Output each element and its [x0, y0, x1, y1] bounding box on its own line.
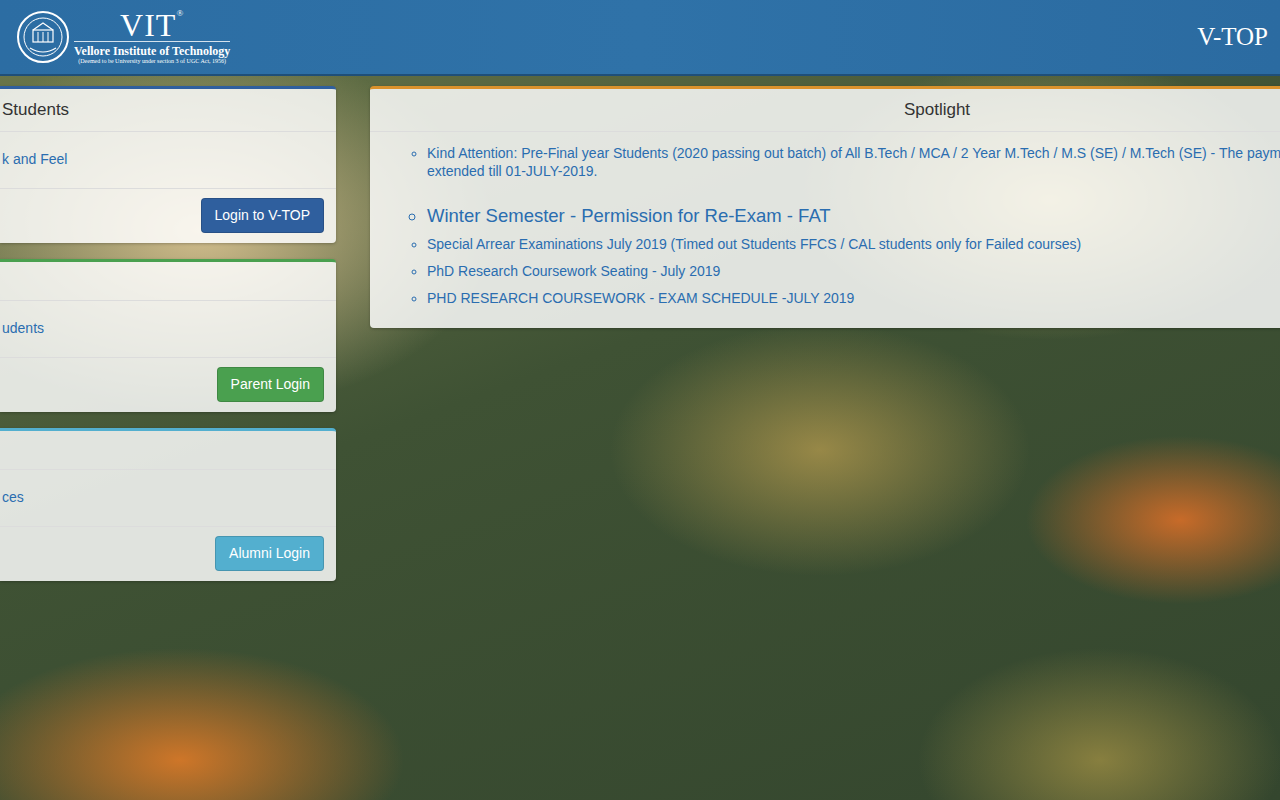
spotlight-item[interactable]: Kind Attention: Pre-Final year Students …: [427, 144, 1280, 180]
panel-link[interactable]: k and Feel: [0, 132, 336, 189]
login-button[interactable]: Parent Login: [217, 367, 324, 402]
login-panel: ces Alumni Login: [0, 428, 336, 581]
panel-footer: Parent Login: [0, 358, 336, 412]
spotlight-item[interactable]: Winter Semester - Permission for Re-Exam…: [427, 204, 1280, 228]
login-button[interactable]: Login to V-TOP: [201, 198, 324, 233]
spotlight-title: Spotlight: [370, 89, 1280, 132]
spotlight-list: Kind Attention: Pre-Final year Students …: [370, 144, 1280, 307]
spotlight-item[interactable]: PhD Research Coursework Seating - July 2…: [427, 262, 1280, 280]
login-panel: Studentsk and Feel Login to V-TOP: [0, 86, 336, 243]
spotlight-panel: Spotlight Kind Attention: Pre-Final year …: [370, 86, 1280, 328]
spotlight-line[interactable]: Winter Semester - Permission for Re-Exam…: [427, 204, 1280, 228]
panel-footer: Login to V-TOP: [0, 189, 336, 243]
spotlight-line[interactable]: Kind Attention: Pre-Final year Students …: [427, 144, 1280, 162]
panel-footer: Alumni Login: [0, 527, 336, 581]
logo-subtitle: Vellore Institute of Technology: [74, 41, 230, 58]
app-name: V-TOP: [1197, 18, 1268, 56]
main-area: Studentsk and Feel Login to V-TOP udents Pa…: [0, 76, 1280, 581]
registered-mark: ®: [176, 8, 184, 18]
panel-link[interactable]: ces: [0, 470, 336, 527]
spotlight-line[interactable]: Special Arrear Examinations July 2019 (T…: [427, 235, 1280, 253]
panel-title: [0, 262, 336, 301]
spotlight-line[interactable]: PHD RESEARCH COURSEWORK - EXAM SCHEDULE …: [427, 289, 1280, 307]
panel-link[interactable]: udents: [0, 301, 336, 358]
spotlight-line[interactable]: PhD Research Coursework Seating - July 2…: [427, 262, 1280, 280]
spotlight-item[interactable]: PHD RESEARCH COURSEWORK - EXAM SCHEDULE …: [427, 289, 1280, 307]
spotlight-line[interactable]: extended till 01-JULY-2019.: [427, 162, 1280, 180]
logo-note: (Deemed to be University under section 3…: [78, 58, 226, 65]
top-header: VIT®Vellore Institute of Technology(Deem…: [0, 0, 1280, 76]
login-column: Studentsk and Feel Login to V-TOP udents Pa…: [0, 86, 336, 581]
logo-title: VIT®: [120, 9, 184, 41]
spotlight-item[interactable]: Special Arrear Examinations July 2019 (T…: [427, 235, 1280, 253]
panel-title: Students: [0, 89, 336, 132]
panel-title: [0, 431, 336, 470]
logo-title-text: VIT: [120, 7, 176, 43]
vit-logo[interactable]: VIT®Vellore Institute of Technology(Deem…: [16, 9, 230, 66]
login-button[interactable]: Alumni Login: [215, 536, 324, 571]
login-panel: udents Parent Login: [0, 259, 336, 412]
emblem-icon: [16, 10, 70, 64]
logo-text: VIT®Vellore Institute of Technology(Deem…: [74, 9, 230, 66]
